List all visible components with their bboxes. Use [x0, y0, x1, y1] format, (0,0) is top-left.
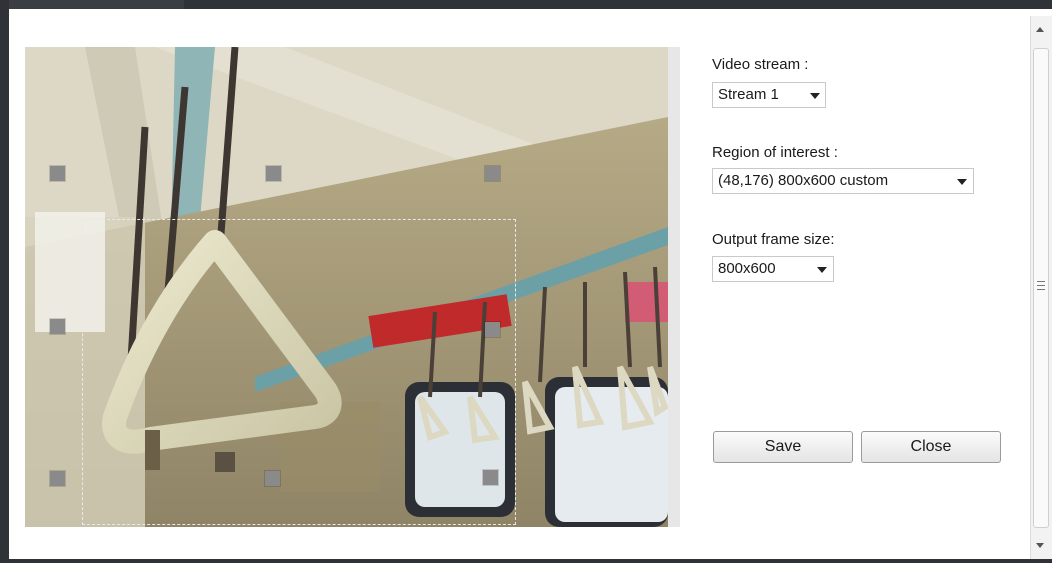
roi-handle-top-mid[interactable]: [266, 166, 281, 181]
preview-side-strip: [668, 47, 680, 527]
roi-handle-top-left[interactable]: [50, 166, 65, 181]
scroll-grip-icon: [1037, 281, 1045, 290]
chevron-down-icon: [810, 93, 820, 99]
scroll-down-arrow-icon[interactable]: [1036, 543, 1044, 548]
chevron-down-icon: [957, 179, 967, 185]
chevron-down-icon: [817, 267, 827, 273]
roi-selection-box[interactable]: [82, 219, 516, 525]
output-frame-size-label: Output frame size:: [712, 231, 835, 248]
roi-handle-mid-right[interactable]: [485, 322, 500, 337]
region-of-interest-label: Region of interest :: [712, 144, 838, 161]
output-frame-size-select[interactable]: 800x600: [712, 256, 834, 282]
roi-handle-bottom-mid[interactable]: [265, 471, 280, 486]
output-frame-size-value: 800x600: [718, 260, 776, 277]
roi-handle-bottom-right[interactable]: [483, 470, 498, 485]
region-of-interest-value: (48,176) 800x600 custom: [718, 172, 889, 189]
close-button[interactable]: Close: [861, 431, 1001, 463]
roi-handle-top-right[interactable]: [485, 166, 500, 181]
video-stream-value: Stream 1: [718, 86, 779, 103]
video-stream-select[interactable]: Stream 1: [712, 82, 826, 108]
window-top-accent: [9, 0, 184, 9]
region-of-interest-select[interactable]: (48,176) 800x600 custom: [712, 168, 974, 194]
save-button[interactable]: Save: [713, 431, 853, 463]
scroll-up-arrow-icon[interactable]: [1036, 27, 1044, 32]
roi-handle-mid-left[interactable]: [50, 319, 65, 334]
roi-handle-bottom-left[interactable]: [50, 471, 65, 486]
video-preview[interactable]: [25, 47, 668, 527]
video-stream-label: Video stream :: [712, 56, 809, 73]
window-top-border: [184, 0, 1034, 9]
